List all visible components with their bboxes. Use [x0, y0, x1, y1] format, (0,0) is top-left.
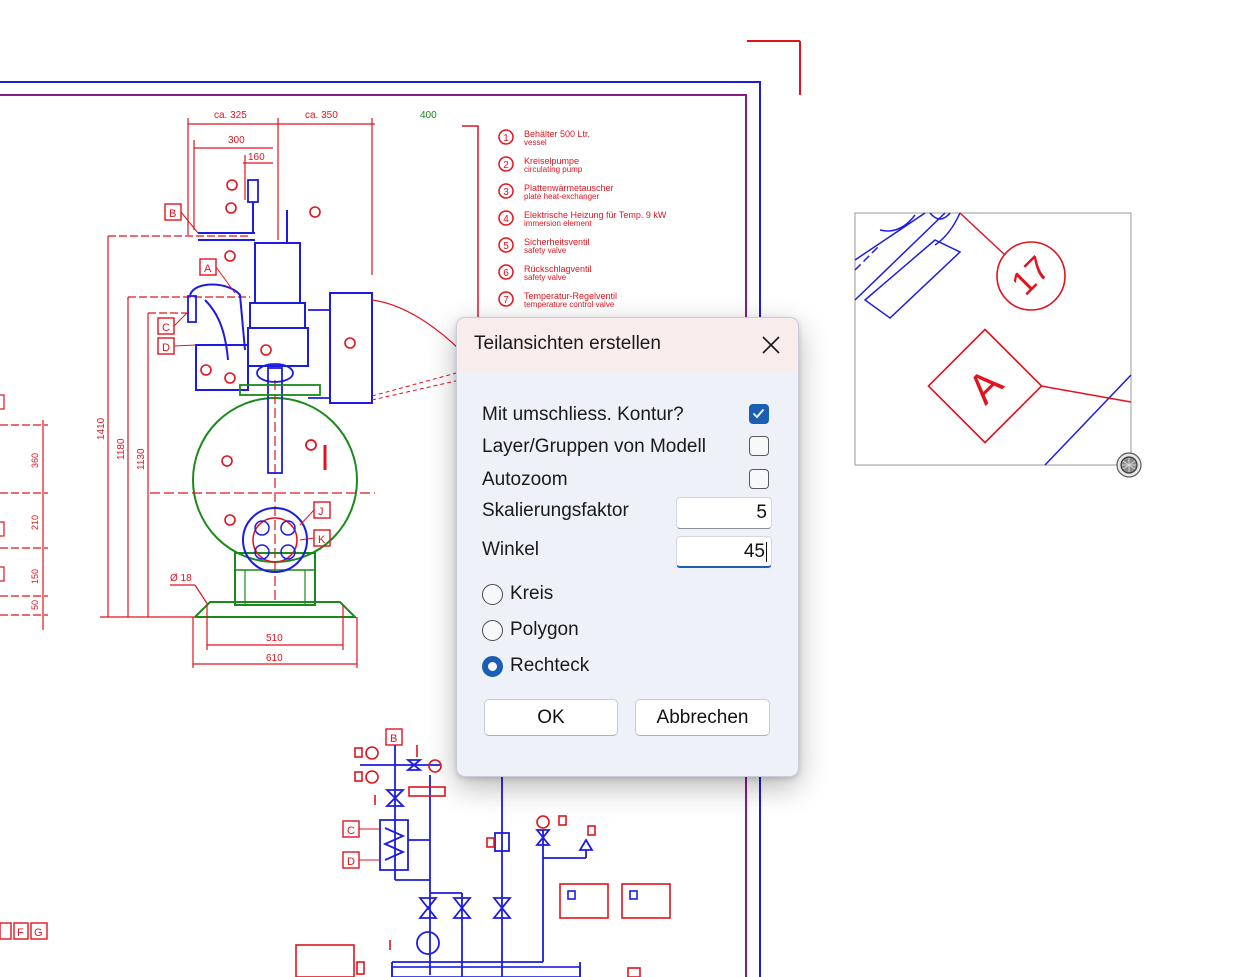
polygon-radio-label: Polygon	[510, 619, 579, 640]
legend-number: 3	[503, 187, 509, 198]
dialog-titlebar[interactable]: Teilansichten erstellen	[457, 318, 798, 372]
scale-factor-label: Skalierungsfaktor	[482, 500, 629, 521]
vessel-balloon	[309, 206, 321, 218]
legend-item: 3 Plattenwärmetauscherplate heat-exchange…	[498, 183, 614, 201]
vessel-balloon	[221, 455, 233, 467]
top-dimensions	[187, 118, 375, 275]
legend-item: 2 Kreiselpumpecirculating pump	[498, 156, 583, 174]
legend-text-en: plate heat-exchanger	[524, 192, 600, 201]
parts-legend: 1 Behälter 500 Ltr.vessel 2 Kreiselpumpecir…	[498, 129, 667, 309]
tag-f: F	[17, 927, 24, 939]
angle-input-value: 45	[743, 541, 765, 562]
schematic-tag-c: C	[347, 825, 355, 837]
circle-radio-label: Kreis	[510, 583, 554, 604]
circle-radio[interactable]	[482, 584, 503, 605]
rectangle-radio[interactable]	[482, 656, 503, 677]
autozoom-checkbox[interactable]	[749, 469, 769, 489]
legend-text-en: vessel	[524, 138, 547, 147]
legend-text-en: safety valve	[524, 246, 567, 255]
enclosing-contour-label: Mit umschliess. Kontur?	[482, 404, 684, 425]
rotate-handle-icon[interactable]	[1116, 452, 1142, 478]
tag-d: D	[162, 342, 170, 354]
hydraulic-schematic	[360, 745, 594, 977]
legend-item: 5 Sicherheitsventilsafety valve	[498, 237, 590, 255]
schematic-tag-d: D	[347, 856, 355, 868]
polygon-radio[interactable]	[482, 620, 503, 641]
legend-item: 7 Temperatur-Regelventiltemperature contr…	[498, 291, 617, 309]
legend-text-en: immersion element	[524, 219, 592, 228]
legend-text-en: safety valve	[524, 273, 567, 282]
legend-number: 1	[503, 133, 509, 144]
angle-label: Winkel	[482, 539, 540, 560]
dim-vertical-1: 1410	[96, 417, 107, 440]
schematic-blue-rects	[391, 890, 638, 977]
tag-b: B	[169, 208, 176, 220]
dim-bottom-1: 510	[266, 633, 283, 644]
dim-top-1: ca. 325	[214, 110, 247, 121]
legend-text-en: temperature control valve	[524, 300, 615, 309]
dialog-title: Teilansichten erstellen	[474, 333, 661, 354]
autozoom-label: Autozoom	[482, 469, 568, 490]
dim-sub-1: 300	[228, 135, 245, 146]
dim-top-2: ca. 350	[305, 110, 338, 121]
create-partial-views-dialog: Teilansichten erstellen Mit umschliess. …	[456, 317, 799, 777]
schematic-tag-b: B	[390, 733, 397, 745]
legend-item: 1 Behälter 500 Ltr.vessel	[498, 129, 590, 147]
dim-vertical-2: 1180	[116, 438, 127, 460]
cancel-button[interactable]: Abbrechen	[635, 699, 770, 736]
dim-left-1: 360	[30, 453, 40, 468]
text-cursor	[766, 541, 767, 562]
tag-g: G	[34, 927, 43, 939]
tag-a: A	[204, 263, 212, 275]
tag-k: K	[318, 534, 326, 546]
legend-number: 5	[503, 241, 509, 252]
bottom-left-tags: F G	[0, 922, 48, 940]
rectangle-radio-label: Rechteck	[510, 655, 590, 676]
legend-bracket	[462, 125, 479, 325]
vessel-balloon	[226, 179, 238, 191]
vessel-balloon	[224, 250, 236, 262]
close-button[interactable]	[754, 328, 788, 362]
tag-j: J	[318, 506, 324, 518]
vessel-drawing	[150, 179, 463, 618]
layer-groups-checkbox[interactable]	[749, 436, 769, 456]
foot-diameter-label: Ø 18	[170, 573, 192, 584]
dim-left-2: 210	[30, 515, 40, 530]
layer-groups-label: Layer/Gruppen von Modell	[482, 436, 706, 457]
legend-number: 6	[503, 268, 509, 279]
dim-left-3: 150	[30, 569, 40, 584]
bottom-dimensions	[170, 584, 358, 668]
angle-input[interactable]: 45	[676, 536, 772, 568]
left-side-view	[0, 394, 48, 630]
legend-number: 7	[503, 295, 509, 306]
detail-inset-view[interactable]: 17 A	[854, 212, 1132, 466]
dim-top-3: 400	[420, 110, 437, 121]
tag-c: C	[162, 322, 170, 334]
vertical-dimensions	[108, 235, 250, 314]
dim-vertical-3: 1130	[136, 448, 147, 470]
vessel-balloon	[224, 514, 236, 526]
dim-left-4: 50	[30, 600, 40, 610]
dim-sub-2: 160	[248, 152, 265, 163]
vessel-balloon	[260, 344, 272, 356]
legend-item: 6 Rückschlagventilsafety valve	[498, 264, 592, 282]
checkmark-icon	[752, 408, 765, 419]
legend-number: 4	[503, 214, 509, 225]
legend-number: 2	[503, 160, 509, 171]
legend-item: 4 Elektrische Heizung für Temp. 9 kWimmer…	[498, 210, 667, 228]
close-icon	[762, 336, 780, 354]
vessel-balloon	[200, 364, 212, 376]
vessel-balloon	[225, 202, 237, 214]
scale-factor-input[interactable]: 5	[676, 497, 772, 529]
vessel-tags: A B C D J K	[157, 203, 331, 547]
legend-text-en: circulating pump	[524, 165, 583, 174]
dim-bottom-2: 610	[266, 653, 283, 664]
ok-button[interactable]: OK	[484, 699, 618, 736]
enclosing-contour-checkbox[interactable]	[749, 404, 769, 424]
vessel-balloon	[344, 337, 356, 349]
vessel-balloon	[224, 372, 236, 384]
